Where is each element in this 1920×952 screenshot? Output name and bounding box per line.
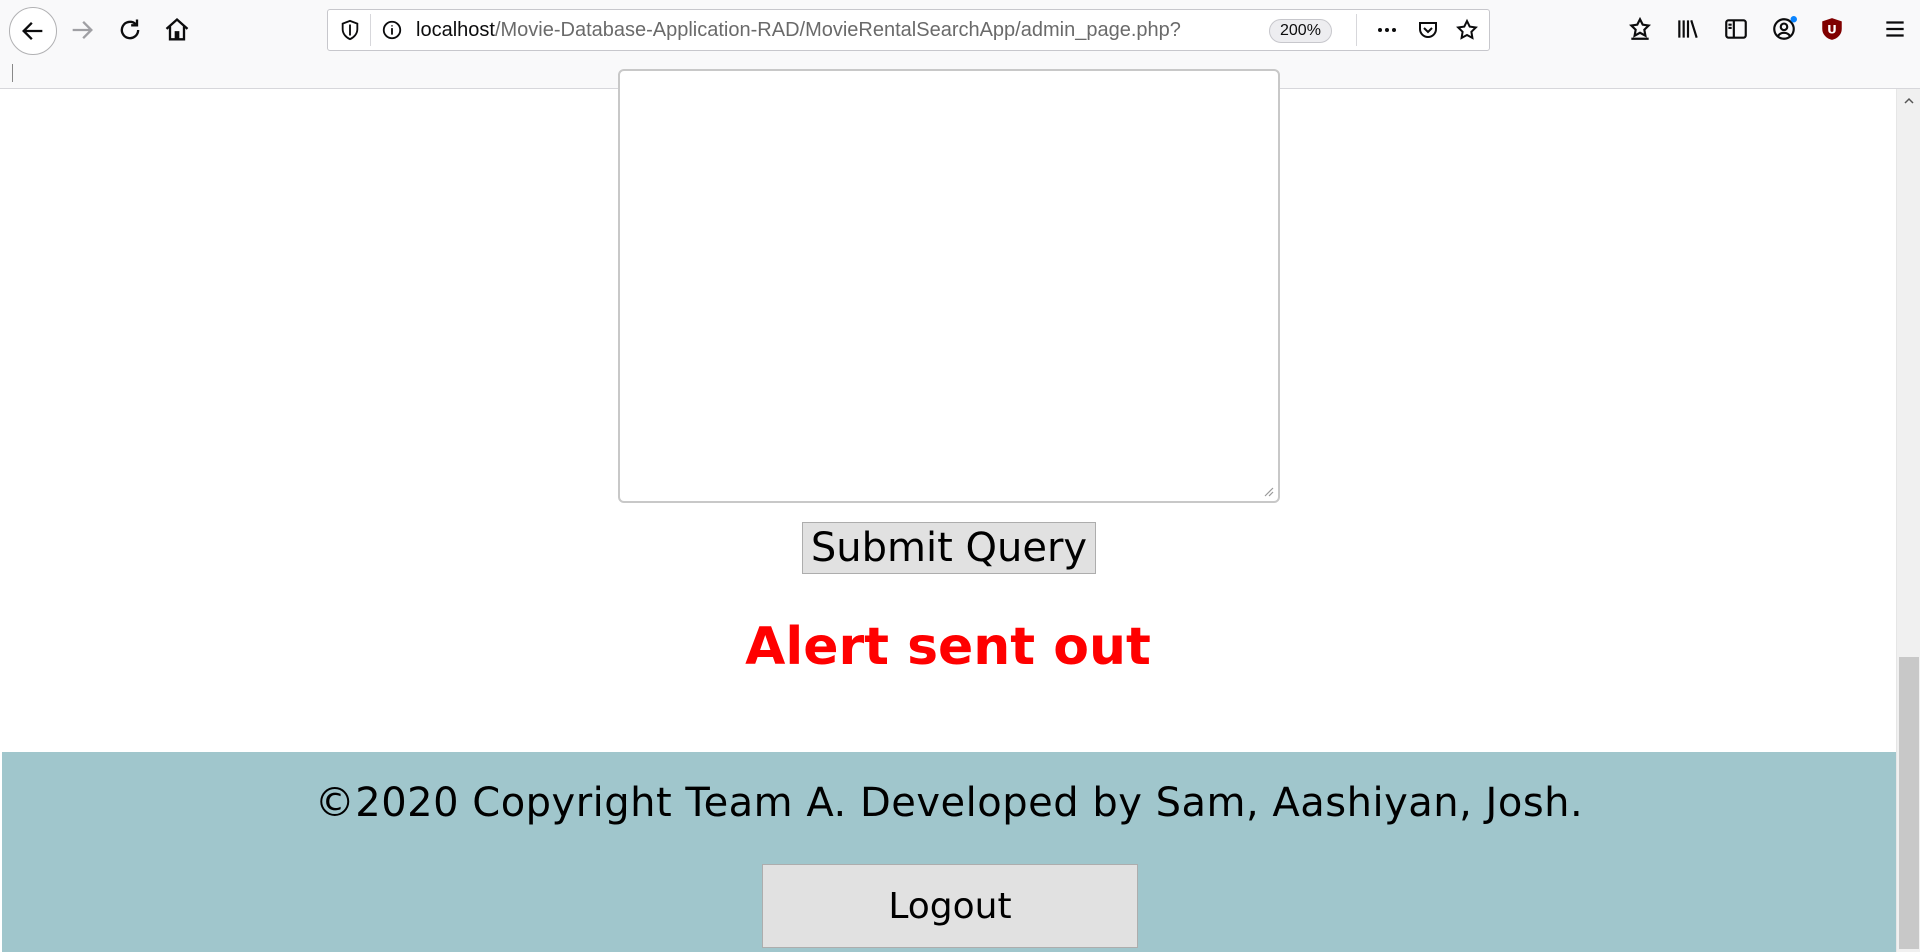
pocket-icon[interactable] <box>1416 18 1440 42</box>
bookmarks-menu-icon[interactable] <box>1625 14 1655 44</box>
logout-button[interactable]: Logout <box>762 864 1138 948</box>
more-actions-icon[interactable] <box>1375 18 1399 42</box>
scroll-thumb[interactable] <box>1899 657 1919 949</box>
back-button[interactable] <box>9 7 57 55</box>
query-textarea[interactable] <box>618 69 1280 503</box>
copyright-text: ©2020 Copyright Team A. Developed by Sam… <box>314 780 1584 826</box>
arrow-left-icon <box>22 22 43 40</box>
extension-badge-letter: U <box>1827 22 1837 36</box>
url-separator <box>1356 14 1357 46</box>
library-icon[interactable] <box>1673 14 1703 44</box>
ublock-extension-icon[interactable]: U <box>1817 14 1847 44</box>
arrow-right-icon <box>72 21 93 39</box>
site-info-icon[interactable] <box>380 18 404 42</box>
reload-button[interactable] <box>108 8 152 52</box>
sidebar-icon[interactable] <box>1721 14 1751 44</box>
url-separator <box>370 14 371 46</box>
home-button[interactable] <box>155 8 199 52</box>
alert-message: Alert sent out <box>745 617 1151 677</box>
forward-button[interactable] <box>60 8 104 52</box>
url-text[interactable]: localhost/Movie-Database-Application-RAD… <box>416 19 1181 42</box>
caret <box>12 64 13 82</box>
account-icon[interactable] <box>1769 14 1799 44</box>
footer: ©2020 Copyright Team A. Developed by Sam… <box>2 752 1896 952</box>
url-bar[interactable]: localhost/Movie-Database-Application-RAD… <box>327 9 1490 51</box>
home-icon <box>165 17 189 41</box>
submit-query-button[interactable]: Submit Query <box>802 522 1096 574</box>
bookmark-star-icon[interactable] <box>1455 18 1479 42</box>
reload-icon <box>120 19 140 40</box>
hamburger-menu-icon[interactable] <box>1880 14 1910 44</box>
tracking-shield-icon[interactable] <box>338 18 362 42</box>
url-path: /Movie-Database-Application-RAD/MovieRen… <box>494 19 1181 41</box>
resize-grip-icon[interactable] <box>1262 485 1274 497</box>
zoom-level-badge[interactable]: 200% <box>1269 19 1332 43</box>
scroll-up-icon[interactable] <box>1903 95 1915 107</box>
url-host: localhost <box>416 19 495 41</box>
vertical-scrollbar[interactable] <box>1896 89 1920 952</box>
page-content: Submit Query Alert sent out ©2020 Copyri… <box>0 69 1896 952</box>
